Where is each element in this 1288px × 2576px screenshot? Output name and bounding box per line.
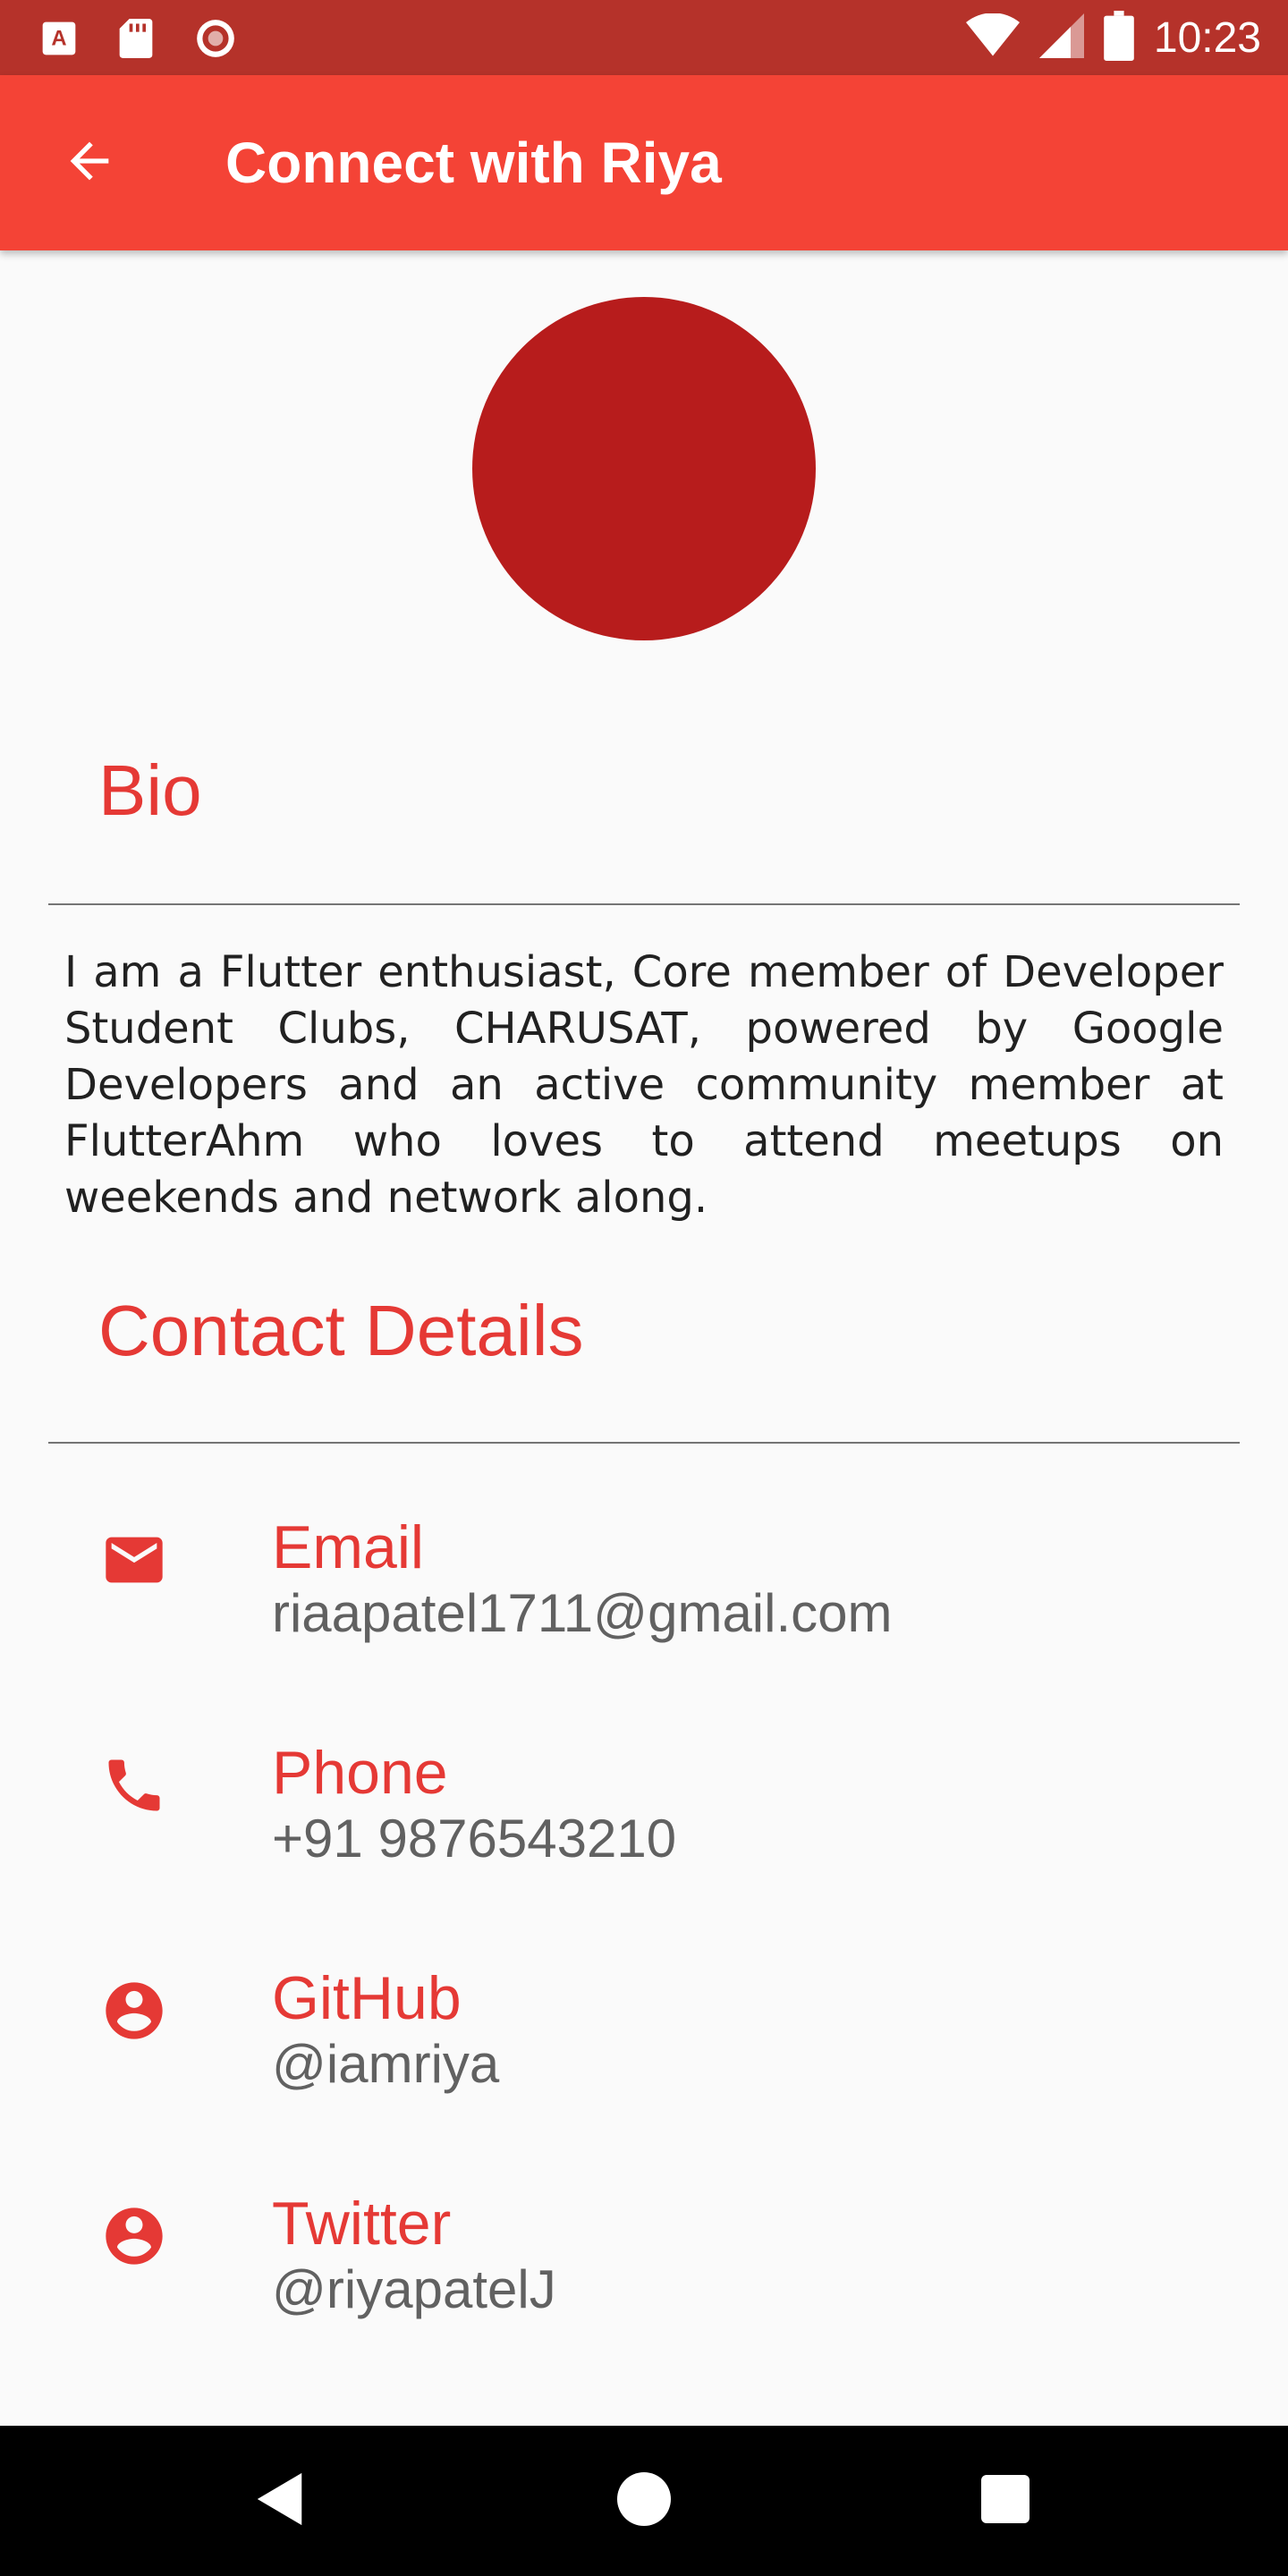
page-title: Connect with Riya <box>225 131 722 195</box>
contact-value: +91 9876543210 <box>272 1809 677 1868</box>
nav-home-button[interactable] <box>605 2462 683 2540</box>
nav-back-button[interactable] <box>242 2462 320 2540</box>
system-nav-bar <box>0 2426 1288 2576</box>
contact-label: GitHub <box>272 1964 462 2032</box>
bio-text: I am a Flutter enthusiast, Core member o… <box>64 947 1224 1223</box>
phone-icon <box>97 1748 172 1823</box>
record-icon <box>193 16 238 65</box>
battery-icon <box>1104 11 1134 65</box>
contact-value: @iamriya <box>272 2034 500 2094</box>
nav-recents-button[interactable] <box>966 2462 1045 2540</box>
contact-label: Email <box>272 1513 425 1581</box>
back-triangle-icon <box>254 2470 308 2532</box>
sd-card-icon <box>116 17 156 64</box>
status-left-icons: A <box>39 16 238 65</box>
contact-item-github[interactable]: GitHub @iamriya <box>0 1962 1288 2141</box>
email-icon <box>97 1522 172 1597</box>
cell-signal-icon <box>1038 13 1084 63</box>
status-bar: A 10:23 <box>0 0 1288 75</box>
avatar <box>472 297 816 640</box>
back-button[interactable] <box>50 123 129 202</box>
bio-divider <box>48 903 1240 905</box>
contact-value: @riyapatelJ <box>272 2259 556 2319</box>
app-bar: Connect with Riya <box>0 75 1288 250</box>
arrow-back-icon <box>61 132 118 194</box>
contact-item-email[interactable]: Email riaapatel1711@gmail.com <box>0 1512 1288 1690</box>
recents-square-icon <box>981 2474 1030 2528</box>
bio-heading: Bio <box>98 750 202 830</box>
wifi-icon <box>965 13 1020 63</box>
text-a-icon: A <box>39 19 79 63</box>
contact-label: Twitter <box>272 2190 452 2258</box>
contact-item-twitter[interactable]: Twitter @riyapatelJ <box>0 2188 1288 2367</box>
svg-text:A: A <box>51 26 66 50</box>
account-circle-icon <box>97 1973 172 2048</box>
home-circle-icon <box>617 2471 671 2530</box>
contact-heading: Contact Details <box>98 1291 584 1370</box>
contact-item-phone[interactable]: Phone +91 9876543210 <box>0 1737 1288 1916</box>
contact-value: riaapatel1711@gmail.com <box>272 1583 893 1643</box>
status-time: 10:23 <box>1153 13 1261 62</box>
contact-divider <box>48 1442 1240 1444</box>
status-right-icons: 10:23 <box>965 11 1261 65</box>
account-circle-icon <box>97 2199 172 2274</box>
contact-label: Phone <box>272 1739 448 1807</box>
